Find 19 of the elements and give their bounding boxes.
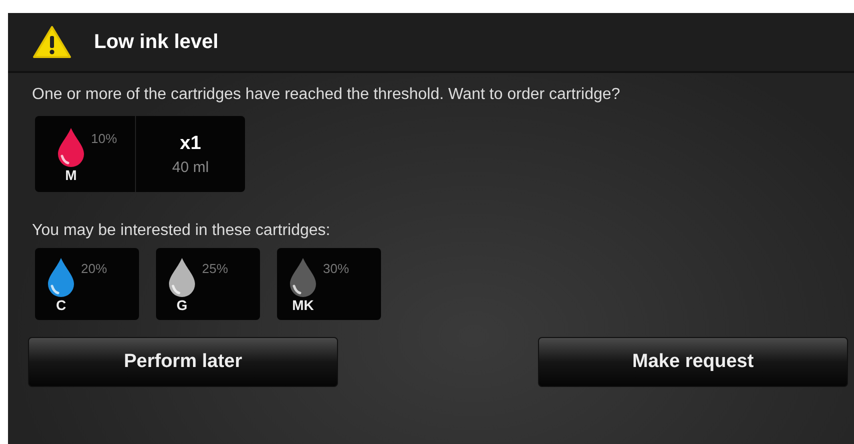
ink-percent: 25% [202,260,228,278]
cartridge-card[interactable]: 20% C [35,248,139,320]
cartridge-label: G [176,297,188,313]
dialog-title: Low ink level [94,30,218,54]
volume-text: 40 ml [172,158,209,176]
cartridge-card[interactable]: 30% MK [277,248,381,320]
cartridge-label: MK [291,297,315,313]
quantity-text: x1 [180,132,202,154]
ink-percent: 30% [323,260,350,278]
ink-percent: 20% [81,260,108,278]
ink-percent: 10% [90,130,118,148]
dialog-button[interactable]: Make request [538,337,848,387]
cartridge-label: M [64,167,78,183]
message-text: One or more of the cartridges have reached the threshold. Want to order cartridge? [32,85,622,104]
suggestions-label: You may be interested in these cartridges: [32,222,332,240]
cartridge-label: C [54,297,68,313]
cartridge-card[interactable]: 25% G [156,248,260,320]
warning-icon [32,25,72,59]
dialog-button[interactable]: Perform later [28,337,338,387]
